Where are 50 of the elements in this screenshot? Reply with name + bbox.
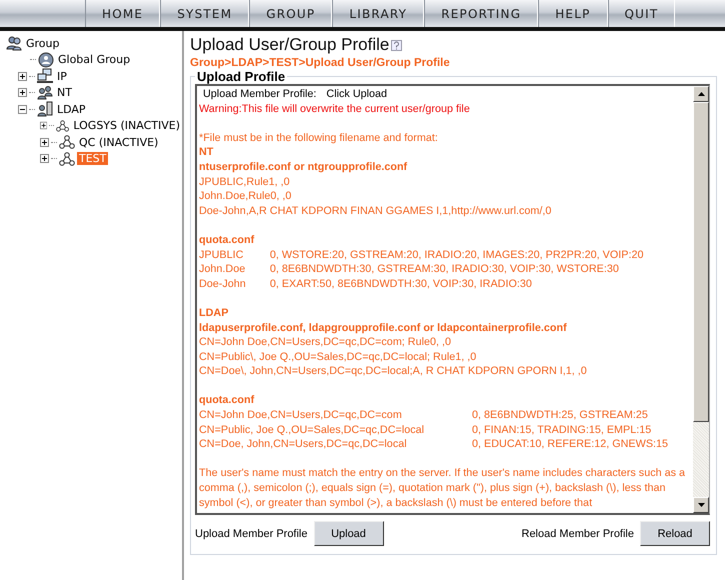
format-heading: LDAP <box>199 306 230 320</box>
tree-item[interactable]: LOGSYS (INACTIVE) <box>71 119 182 132</box>
action-label: Upload Member Profile <box>195 528 308 540</box>
nav-tab[interactable]: QUIT <box>608 0 676 27</box>
nav-tab[interactable]: GROUP <box>249 0 332 27</box>
upload-button[interactable]: Upload <box>314 521 384 546</box>
warning-text: Warning:This file will overwrite the current user/group file <box>199 102 471 116</box>
quota-cell: John.Doe <box>199 262 246 277</box>
format-heading: NT <box>199 145 214 160</box>
quota-cell-text: CN=Doe, John,CN=Users,DC=qc,DC=local <box>199 437 408 452</box>
tree-item[interactable]: IP <box>55 70 69 83</box>
quota-cell-text: 0, 8E6BNDWDTH:30, GSTREAM:30, IRADIO:30, VOIP:30, WSTORE:30 <box>270 262 620 277</box>
tree-item[interactable]: Global Group <box>56 53 132 66</box>
reload-button[interactable]: Reload <box>640 521 710 546</box>
format-heading: quota.conf <box>199 232 256 248</box>
quota-cell: 0, EDUCAT:10, REFERE:12, GNEWS:15 <box>472 437 668 452</box>
field-label: Upload Member Profile: <box>203 87 316 102</box>
format-heading: quota.conf <box>199 393 256 408</box>
format-line: John.Doe,Rule0, ,0 <box>199 189 292 204</box>
format-heading: ntuserprofile.conf or ntgroupprofile.conf <box>199 160 408 175</box>
quota-cell-text: 0, FINAN:15, TRADING:15, EMPL:15 <box>472 422 652 438</box>
quota-cell: 0, WSTORE:20, GSTREAM:20, IRADIO:20, IMAGES:20, PR2PR:20, VOIP:20 <box>270 248 644 262</box>
format-line: CN=Doe\, John,CN=Users,DC=qc,DC=local;A, R CHAT KDPORN GPORN I,1, ,0 <box>199 364 588 379</box>
format-line: JPUBLIC,Rule1, ,0 <box>199 174 291 190</box>
format-line: CN=Public\, Joe Q.,OU=Sales,DC=qc,DC=local; Rule1, ,0 <box>199 350 478 364</box>
breadcrumb: Group>LDAP>TEST>Upload User/Group Profile <box>190 57 451 69</box>
upload-hint: Click Upload <box>326 87 388 102</box>
quota-cell-text: 0, EXART:50, 8E6BNDWDTH:30, VOIP:30, IRADIO:30 <box>270 276 533 292</box>
tree-item[interactable]: LDAP <box>55 102 88 116</box>
nav-tab[interactable]: REPORTING <box>424 0 538 27</box>
format-line: Doe-John,A,R CHAT KDPORN FINAN GGAMES I,1,http://www.url.com/,0 <box>199 204 552 218</box>
format-line: CN=John Doe,CN=Users,DC=qc,DC=com; Rule0, ,0 <box>199 335 452 350</box>
quota-cell: CN=Public, Joe Q.,OU=Sales,DC=qc,DC=local <box>199 422 424 438</box>
nav-tab[interactable]: HOME <box>85 0 160 27</box>
tree-item[interactable]: NT <box>55 86 74 100</box>
format-line: *File must be in the following filename and format: <box>199 130 439 146</box>
nav-tab[interactable]: HELP <box>538 0 608 27</box>
quota-cell: Doe-John <box>199 276 246 292</box>
page-title: Upload User/Group Profile <box>190 35 390 55</box>
quota-cell-text: CN=John Doe,CN=Users,DC=qc,DC=com <box>199 408 403 423</box>
tree-item[interactable]: QC (INACTIVE) <box>77 136 160 149</box>
format-line: The user's name must match the entry on the server. If the user's name includes characters such as a comma (,), semicolon (;), equals sign (=), quotation mark ("), plus sign (+), backslash (\), less than symbol (<), or greater than symbol (>), a backslash (\) must be entered before that <box>199 466 686 510</box>
action-label: Reload Member Profile <box>522 528 634 540</box>
section-legend: Upload Profile <box>195 69 288 84</box>
tree-item[interactable]: Group <box>24 36 62 50</box>
nav-tab[interactable]: SYSTEM <box>160 0 250 27</box>
nav-tab[interactable]: LIBRARY <box>332 0 424 27</box>
quota-cell-text: 0, 8E6BNDWDTH:25, GSTREAM:25 <box>472 408 649 423</box>
format-heading: ldapuserprofile.conf, ldapgroupprofile.conf or ldapcontainerprofile.conf <box>199 320 568 336</box>
quota-cell-text: JPUBLIC <box>199 248 244 262</box>
